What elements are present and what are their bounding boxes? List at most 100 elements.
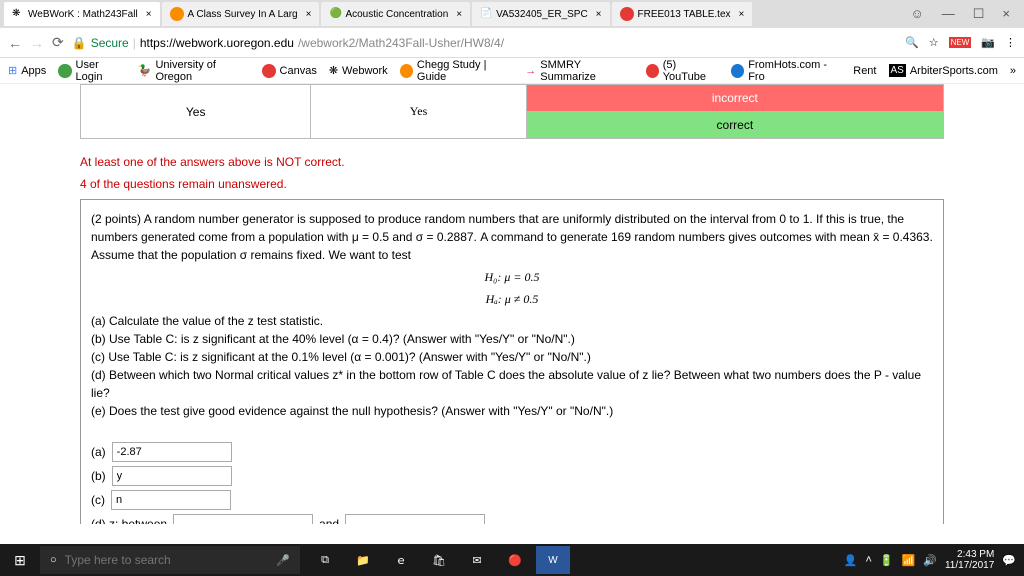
input-d1[interactable]	[173, 514, 313, 524]
question-a: (a) Calculate the value of the z test st…	[91, 312, 933, 330]
bm-arbiter[interactable]: ASArbiterSports.com	[889, 64, 998, 77]
error-line1: At least one of the answers above is NOT…	[80, 155, 944, 169]
input-b[interactable]	[112, 466, 232, 486]
system-tray: 👤 ˄ 🔋 📶 🔊 2:43 PM 11/17/2017 💬	[844, 549, 1024, 571]
tex-icon	[620, 7, 634, 21]
battery-icon[interactable]: 🔋	[880, 554, 894, 567]
spotify-icon: 🟢	[329, 8, 341, 20]
chrome-icon[interactable]: 🔴	[498, 546, 532, 574]
close-icon[interactable]: ×	[456, 9, 462, 20]
question-e: (e) Does the test give good evidence aga…	[91, 402, 933, 420]
as-icon: AS	[889, 64, 906, 77]
label-b: (b)	[91, 467, 106, 485]
forward-icon[interactable]: →	[30, 35, 44, 51]
status-correct: correct	[526, 112, 943, 139]
bm-user-login[interactable]: User Login	[58, 59, 125, 83]
people-icon[interactable]: 👤	[844, 554, 858, 567]
nav-bar: ← → ⟳ 🔒 Secure | https://webwork.uoregon…	[0, 28, 1024, 58]
bm-canvas[interactable]: Canvas	[262, 64, 317, 78]
label-a: (a)	[91, 443, 106, 461]
input-d2[interactable]	[345, 514, 485, 524]
uo-icon: 🦆	[138, 64, 152, 77]
doc-icon: 📄	[480, 8, 492, 20]
file-explorer-icon[interactable]: 📁	[346, 546, 380, 574]
youtube-icon	[646, 64, 659, 78]
lock-icon: 🔒	[72, 36, 87, 50]
clock[interactable]: 2:43 PM 11/17/2017	[945, 549, 994, 571]
maximize-icon[interactable]: ☐	[973, 6, 985, 22]
status-table: Yes Yes incorrect correct	[80, 84, 944, 139]
star-icon[interactable]: ☆	[929, 36, 939, 49]
minimize-icon[interactable]: —	[942, 6, 955, 22]
window-controls: ☺ — ☐ ×	[910, 6, 1020, 22]
search-box[interactable]: ○ 🎤	[40, 546, 300, 574]
hypothesis-h0: H₀: μ = 0.5	[91, 268, 933, 286]
label-c: (c)	[91, 491, 105, 509]
menu-icon[interactable]: ⋮	[1005, 36, 1016, 49]
volume-icon[interactable]: 🔊	[923, 554, 937, 567]
problem-intro: (2 points) A random number generator is …	[91, 210, 933, 264]
tab-webwork[interactable]: ❋WeBWorK : Math243Fall×	[4, 2, 160, 26]
taskbar: ⊞ ○ 🎤 ⧉ 📁 ｅ 🛍 ✉ 🔴 W 👤 ˄ 🔋 📶 🔊 2:43 PM 11…	[0, 544, 1024, 576]
bookmark-overflow[interactable]: »	[1010, 65, 1016, 77]
oregon-icon	[58, 64, 71, 78]
mail-icon[interactable]: ✉	[460, 546, 494, 574]
reload-icon[interactable]: ⟳	[52, 34, 64, 51]
cortana-icon: ○	[50, 554, 57, 566]
tab-class-survey[interactable]: A Class Survey In A Larg×	[162, 2, 320, 26]
secure-label: Secure	[91, 36, 129, 50]
question-d: (d) Between which two Normal critical va…	[91, 366, 933, 402]
camera-icon[interactable]: 📷	[981, 36, 995, 49]
content-area: Yes Yes incorrect correct At least one o…	[0, 84, 1024, 524]
webwork-icon: ❋	[12, 8, 24, 20]
arrow-icon: →	[525, 65, 536, 77]
search-icon[interactable]: 🔍	[905, 36, 919, 49]
bm-chegg[interactable]: Chegg Study | Guide	[400, 59, 514, 83]
task-view-icon[interactable]: ⧉	[308, 546, 342, 574]
browser-tabs: ❋WeBWorK : Math243Fall× A Class Survey I…	[0, 0, 1024, 28]
bm-fromhots[interactable]: FromHots.com - Fro	[731, 59, 841, 83]
chegg-icon	[170, 7, 184, 21]
start-button[interactable]: ⊞	[0, 552, 40, 569]
close-icon[interactable]: ×	[306, 9, 312, 20]
wifi-icon[interactable]: 📶	[902, 554, 916, 567]
canvas-icon	[262, 64, 276, 78]
question-b: (b) Use Table C: is z significant at the…	[91, 330, 933, 348]
bm-rent[interactable]: Rent	[853, 65, 876, 77]
close-icon[interactable]: ×	[739, 9, 745, 20]
problem-box: (2 points) A random number generator is …	[80, 199, 944, 524]
mic-icon[interactable]: 🎤	[276, 554, 290, 567]
question-c: (c) Use Table C: is z significant at the…	[91, 348, 933, 366]
close-icon[interactable]: ×	[146, 9, 152, 20]
hypothesis-ha: Hₐ: μ ≠ 0.5	[91, 290, 933, 308]
webwork-bm-icon: ❋	[329, 64, 338, 77]
tab-vas[interactable]: 📄VA532405_ER_SPC×	[472, 2, 609, 26]
chegg-bm-icon	[400, 64, 413, 78]
tray-up-icon[interactable]: ˄	[865, 554, 871, 566]
bm-smmry[interactable]: →SMMRY Summarize	[525, 59, 633, 83]
url-host: https://webwork.uoregon.edu	[140, 36, 294, 50]
word-icon[interactable]: W	[536, 546, 570, 574]
bm-youtube[interactable]: (5) YouTube	[646, 59, 719, 83]
bm-uo[interactable]: 🦆University of Oregon	[138, 59, 250, 83]
user-icon[interactable]: ☺	[910, 6, 923, 22]
tab-free013[interactable]: FREE013 TABLE.tex×	[612, 2, 753, 26]
search-input[interactable]	[65, 553, 269, 567]
status-incorrect: incorrect	[526, 85, 943, 112]
url-bar[interactable]: 🔒 Secure | https://webwork.uoregon.edu/w…	[72, 36, 897, 50]
input-c[interactable]	[111, 490, 231, 510]
store-icon[interactable]: 🛍	[422, 546, 456, 574]
new-badge[interactable]: NEW	[949, 37, 972, 48]
label-d: (d) z: between	[91, 515, 167, 524]
input-a[interactable]	[112, 442, 232, 462]
url-path: /webwork2/Math243Fall-Usher/HW8/4/	[298, 36, 504, 50]
close-window-icon[interactable]: ×	[1002, 6, 1010, 22]
edge-icon[interactable]: ｅ	[384, 546, 418, 574]
error-line2: 4 of the questions remain unanswered.	[80, 177, 944, 191]
notifications-icon[interactable]: 💬	[1002, 554, 1016, 567]
bm-webwork[interactable]: ❋Webwork	[329, 64, 388, 77]
tab-acoustic[interactable]: 🟢Acoustic Concentration×	[321, 2, 470, 26]
apps-button[interactable]: ⊞ Apps	[8, 64, 46, 77]
close-icon[interactable]: ×	[596, 9, 602, 20]
back-icon[interactable]: ←	[8, 35, 22, 51]
